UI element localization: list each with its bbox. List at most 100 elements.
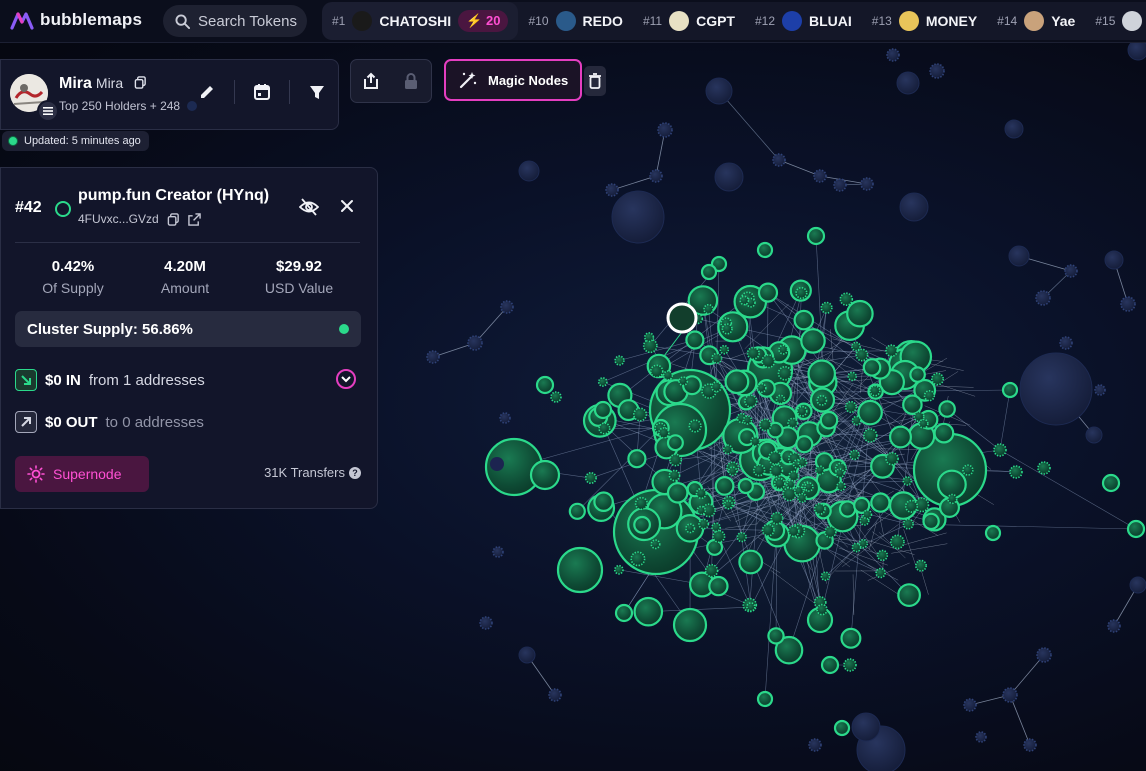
holder-bubble[interactable]: [820, 571, 831, 582]
holder-bubble[interactable]: [813, 502, 826, 515]
holder-bubble[interactable]: [767, 450, 783, 466]
help-icon[interactable]: ?: [349, 466, 361, 479]
holder-bubble-dark[interactable]: [1127, 39, 1146, 61]
holder-bubble[interactable]: [904, 499, 919, 513]
holder-bubble[interactable]: [793, 309, 815, 331]
holder-bubble[interactable]: [775, 394, 786, 405]
holder-bubble[interactable]: [834, 468, 845, 479]
holder-bubble-dark[interactable]: [611, 190, 665, 244]
holder-bubble[interactable]: [744, 394, 758, 408]
holder-bubble[interactable]: [922, 512, 940, 531]
holder-bubble[interactable]: [851, 415, 862, 426]
holder-bubble-dark[interactable]: [500, 300, 514, 314]
holder-bubble[interactable]: [752, 464, 766, 477]
ticker-item[interactable]: #15: [1085, 2, 1146, 40]
holder-bubble-dark[interactable]: [649, 169, 663, 183]
holder-bubble-dark[interactable]: [833, 178, 847, 192]
holder-bubble[interactable]: [902, 394, 923, 415]
holder-bubble[interactable]: [767, 627, 785, 645]
holder-bubble-dark[interactable]: [467, 335, 483, 351]
holder-bubble[interactable]: [885, 344, 898, 358]
holder-bubble[interactable]: [746, 602, 756, 612]
holder-bubble[interactable]: [746, 346, 760, 360]
holder-bubble[interactable]: [806, 226, 826, 246]
ticker-item[interactable]: #11 CGPT: [633, 2, 745, 40]
expand-inflow-button[interactable]: [336, 369, 356, 389]
holder-bubble[interactable]: [843, 658, 857, 672]
holder-bubble[interactable]: [757, 282, 779, 303]
holder-bubble[interactable]: [614, 355, 625, 366]
holder-bubble[interactable]: [630, 551, 646, 567]
external-link-icon[interactable]: [187, 212, 201, 226]
holder-bubble[interactable]: [598, 422, 611, 435]
holder-bubble[interactable]: [668, 469, 681, 482]
holder-bubble[interactable]: [737, 477, 754, 495]
holder-bubble[interactable]: [593, 491, 614, 512]
holder-bubble[interactable]: [710, 381, 723, 393]
holder-bubble-dark[interactable]: [518, 646, 536, 664]
holder-bubble[interactable]: [1037, 461, 1051, 475]
holder-bubble[interactable]: [657, 427, 670, 439]
holder-bubble[interactable]: [890, 534, 905, 550]
holder-bubble[interactable]: [816, 603, 828, 616]
copy-icon[interactable]: [167, 212, 180, 226]
inflow-row[interactable]: $0 IN from 1 addresses: [15, 369, 205, 391]
holder-bubble[interactable]: [795, 286, 808, 300]
holder-bubble[interactable]: [719, 344, 730, 355]
holder-bubble[interactable]: [836, 481, 846, 492]
holder-bubble[interactable]: [597, 377, 608, 387]
holder-bubble[interactable]: [870, 492, 891, 513]
holder-bubble-dark[interactable]: [929, 63, 945, 79]
holder-bubble[interactable]: [923, 390, 936, 402]
filter-icon[interactable]: [308, 83, 326, 101]
calendar-icon[interactable]: [253, 83, 271, 101]
cluster-supply-bar[interactable]: Cluster Supply: 56.86%: [15, 311, 361, 347]
holder-bubble[interactable]: [696, 505, 707, 516]
holder-bubble[interactable]: [761, 523, 775, 537]
holder-bubble[interactable]: [855, 348, 869, 362]
holder-bubble[interactable]: [666, 434, 684, 452]
holder-bubble-dark[interactable]: [492, 546, 504, 558]
holder-bubble[interactable]: [739, 295, 750, 306]
hide-eye-icon[interactable]: [299, 198, 319, 216]
holder-bubble[interactable]: [773, 477, 786, 490]
holder-bubble[interactable]: [593, 400, 613, 420]
holder-bubble[interactable]: [698, 518, 710, 530]
edit-icon[interactable]: [198, 83, 216, 101]
holder-bubble[interactable]: [858, 538, 869, 549]
holder-bubble-dark[interactable]: [1059, 336, 1073, 350]
holder-bubble[interactable]: [742, 415, 753, 425]
holder-bubble[interactable]: [876, 549, 889, 562]
brand-logo[interactable]: bubblemaps: [10, 10, 142, 30]
delete-button[interactable]: [584, 66, 606, 96]
holder-bubble[interactable]: [885, 451, 899, 466]
holder-bubble[interactable]: [708, 575, 729, 597]
holder-bubble[interactable]: [650, 539, 661, 550]
holder-bubble-dark[interactable]: [479, 616, 493, 630]
holder-bubble[interactable]: [711, 352, 723, 364]
holder-bubble-dark[interactable]: [1120, 296, 1136, 312]
holder-bubble[interactable]: [758, 418, 772, 432]
holder-bubble-dark[interactable]: [1064, 264, 1078, 278]
holder-bubble[interactable]: [685, 523, 696, 534]
holder-bubble-dark[interactable]: [963, 698, 977, 712]
holder-bubble[interactable]: [777, 365, 793, 381]
holder-bubble[interactable]: [614, 603, 634, 623]
holder-bubble[interactable]: [568, 502, 586, 520]
holder-bubble[interactable]: [824, 525, 837, 539]
holder-bubble[interactable]: [796, 492, 808, 504]
holder-bubble[interactable]: [633, 515, 651, 534]
holder-bubble-dark[interactable]: [896, 71, 920, 95]
holder-bubble[interactable]: [703, 303, 714, 315]
holder-bubble[interactable]: [769, 463, 784, 478]
holder-bubble-dark[interactable]: [657, 122, 673, 138]
holder-bubble[interactable]: [643, 332, 655, 343]
holder-bubble[interactable]: [796, 405, 808, 417]
holder-bubble[interactable]: [756, 690, 774, 708]
holder-bubble[interactable]: [722, 444, 734, 455]
holder-bubble[interactable]: [584, 471, 597, 484]
holder-bubble[interactable]: [795, 435, 814, 454]
holder-bubble[interactable]: [838, 500, 857, 518]
holder-bubble[interactable]: [669, 453, 683, 467]
holder-bubble[interactable]: [556, 546, 604, 594]
